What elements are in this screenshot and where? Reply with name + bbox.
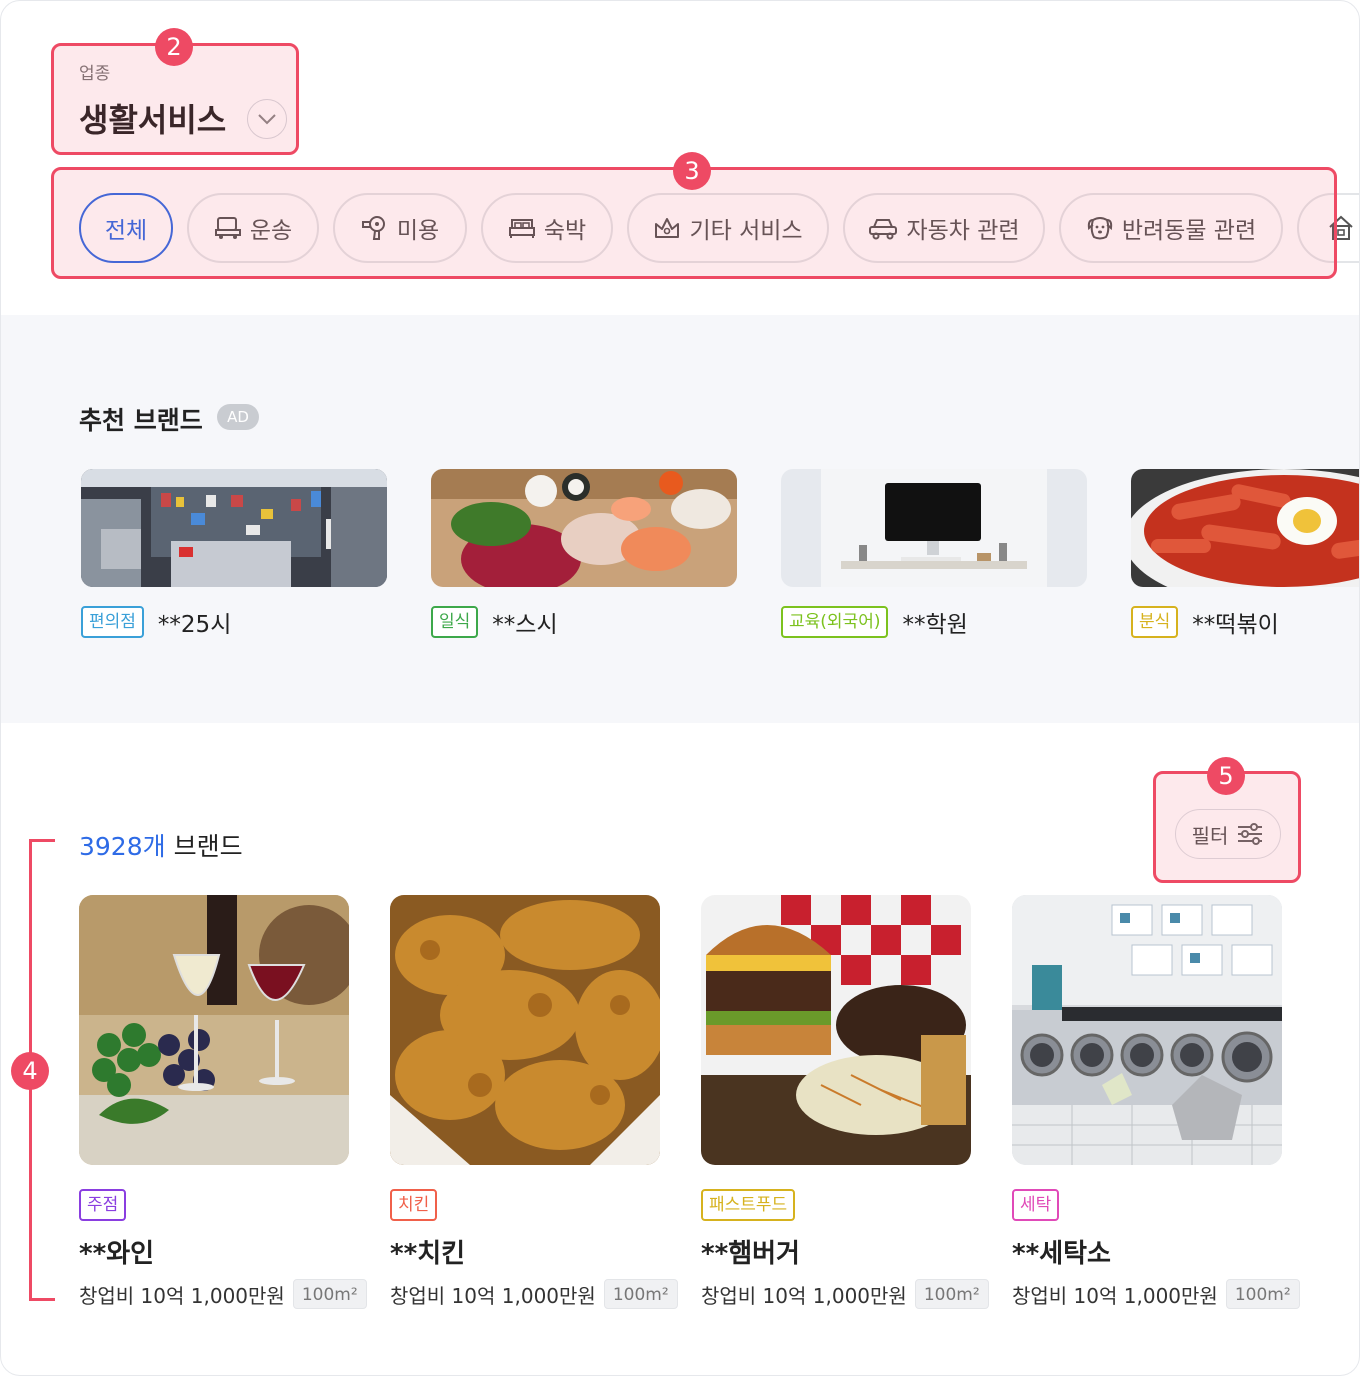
brand-cost: 창업비 10억 1,000만원 100m² — [701, 1279, 989, 1309]
category-tag: 치킨 — [390, 1189, 438, 1221]
brand-cost: 창업비 10억 1,000만원 100m² — [1012, 1279, 1300, 1309]
computer-desk-photo[interactable] — [781, 469, 1087, 587]
sushi-photo[interactable] — [431, 469, 737, 587]
brand-card[interactable]: 주점 **와인 창업비 10억 1,000만원 100m² — [79, 895, 367, 1309]
recommended-card[interactable]: 교육(외국어) **학원 — [781, 469, 1087, 638]
brand-card[interactable]: 세탁 **세탁소 창업비 10억 1,000만원 100m² — [1012, 895, 1300, 1309]
recommended-card[interactable]: 일식 **스시 — [431, 469, 737, 638]
brand-name: **떡볶이 — [1192, 612, 1279, 638]
brand-name: **와인 — [79, 1239, 155, 1269]
brand-name: **학원 — [902, 612, 968, 638]
brand-count-number: 3928개 — [79, 832, 166, 861]
laundromat-photo[interactable] — [1012, 895, 1282, 1165]
brand-name: **스시 — [492, 612, 558, 638]
category-tag: 세탁 — [1012, 1189, 1060, 1221]
page-frame: 업종 생활서비스 전체 운송 미용 숙박 기타 서비스 자동차 관련 반려동물 … — [0, 0, 1360, 1376]
annotation-badge-2: 2 — [155, 28, 193, 66]
category-tag: 주점 — [79, 1189, 127, 1221]
recommended-meta: 분식 **떡볶이 — [1131, 605, 1279, 639]
convenience-store-photo[interactable] — [81, 469, 387, 587]
brand-card[interactable]: 패스트푸드 **햄버거 창업비 10억 1,000만원 100m² — [701, 895, 989, 1309]
annotation-badge-4: 4 — [11, 1052, 49, 1090]
brand-name: **세탁소 — [1012, 1239, 1111, 1269]
startup-cost: 창업비 10억 1,000만원 — [1012, 1283, 1218, 1308]
brand-count-suffix: 브랜드 — [165, 832, 243, 861]
brand-cost: 창업비 10억 1,000만원 100m² — [390, 1279, 678, 1309]
startup-cost: 창업비 10억 1,000만원 — [390, 1283, 596, 1308]
brand-card[interactable]: 치킨 **치킨 창업비 10억 1,000만원 100m² — [390, 895, 678, 1309]
recommended-title: 추천 브랜드 — [79, 406, 203, 435]
brand-name: **햄버거 — [701, 1239, 800, 1269]
recommended-section: 추천 브랜드 AD 편의점 **25시 일식 **스시 교육(외국어) **학원… — [1, 315, 1359, 723]
fried-chicken-photo[interactable] — [390, 895, 660, 1165]
category-tag: 분식 — [1131, 606, 1179, 638]
category-tag: 패스트푸드 — [701, 1189, 796, 1221]
startup-cost: 창업비 10억 1,000만원 — [79, 1283, 285, 1308]
category-tag: 일식 — [431, 606, 479, 638]
recommended-meta: 편의점 **25시 — [81, 605, 231, 639]
area-badge: 100m² — [603, 1279, 678, 1309]
area-badge: 100m² — [914, 1279, 989, 1309]
area-badge: 100m² — [292, 1279, 367, 1309]
brand-count: 3928개 브랜드 — [79, 827, 243, 863]
recommended-card[interactable]: 분식 **떡볶이 — [1131, 469, 1359, 638]
recommended-meta: 일식 **스시 — [431, 605, 558, 639]
ad-badge: AD — [217, 404, 259, 430]
recommended-meta: 교육(외국어) **학원 — [781, 605, 968, 639]
startup-cost: 창업비 10억 1,000만원 — [701, 1283, 907, 1308]
brand-name: **치킨 — [390, 1239, 466, 1269]
tteokbokki-photo[interactable] — [1131, 469, 1359, 587]
brand-name: **25시 — [157, 612, 232, 638]
annotation-badge-3: 3 — [673, 152, 711, 190]
hamburger-photo[interactable] — [701, 895, 971, 1165]
wine-photo[interactable] — [79, 895, 349, 1165]
annotation-badge-5: 5 — [1207, 757, 1245, 795]
recommended-card[interactable]: 편의점 **25시 — [81, 469, 387, 638]
area-badge: 100m² — [1225, 1279, 1300, 1309]
category-tag: 편의점 — [81, 606, 144, 638]
brand-cost: 창업비 10억 1,000만원 100m² — [79, 1279, 367, 1309]
category-tag: 교육(외국어) — [781, 606, 889, 638]
